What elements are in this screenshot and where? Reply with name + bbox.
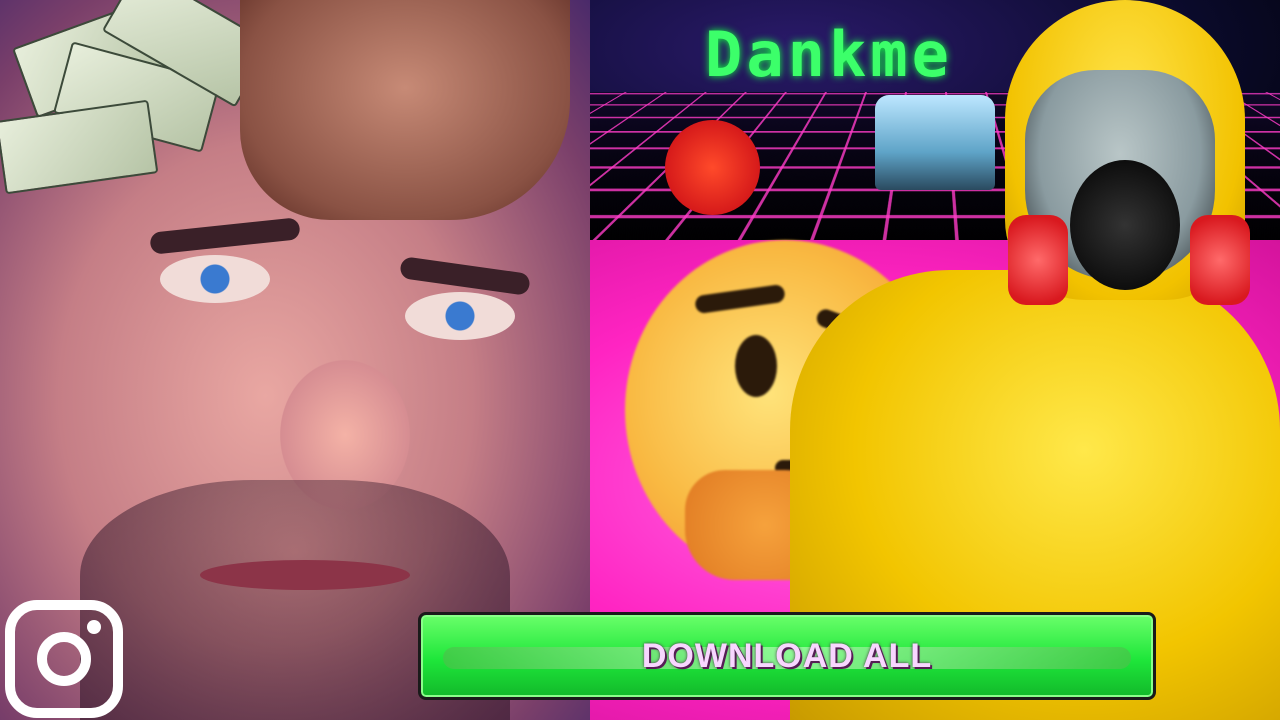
hand-image [240,0,570,220]
money-bills [0,0,280,210]
download-all-button[interactable]: DOWNLOAD ALL [418,612,1156,700]
reddit-icon [665,120,760,215]
instagram-icon[interactable] [5,600,123,718]
download-all-label: DOWNLOAD ALL [641,636,933,675]
